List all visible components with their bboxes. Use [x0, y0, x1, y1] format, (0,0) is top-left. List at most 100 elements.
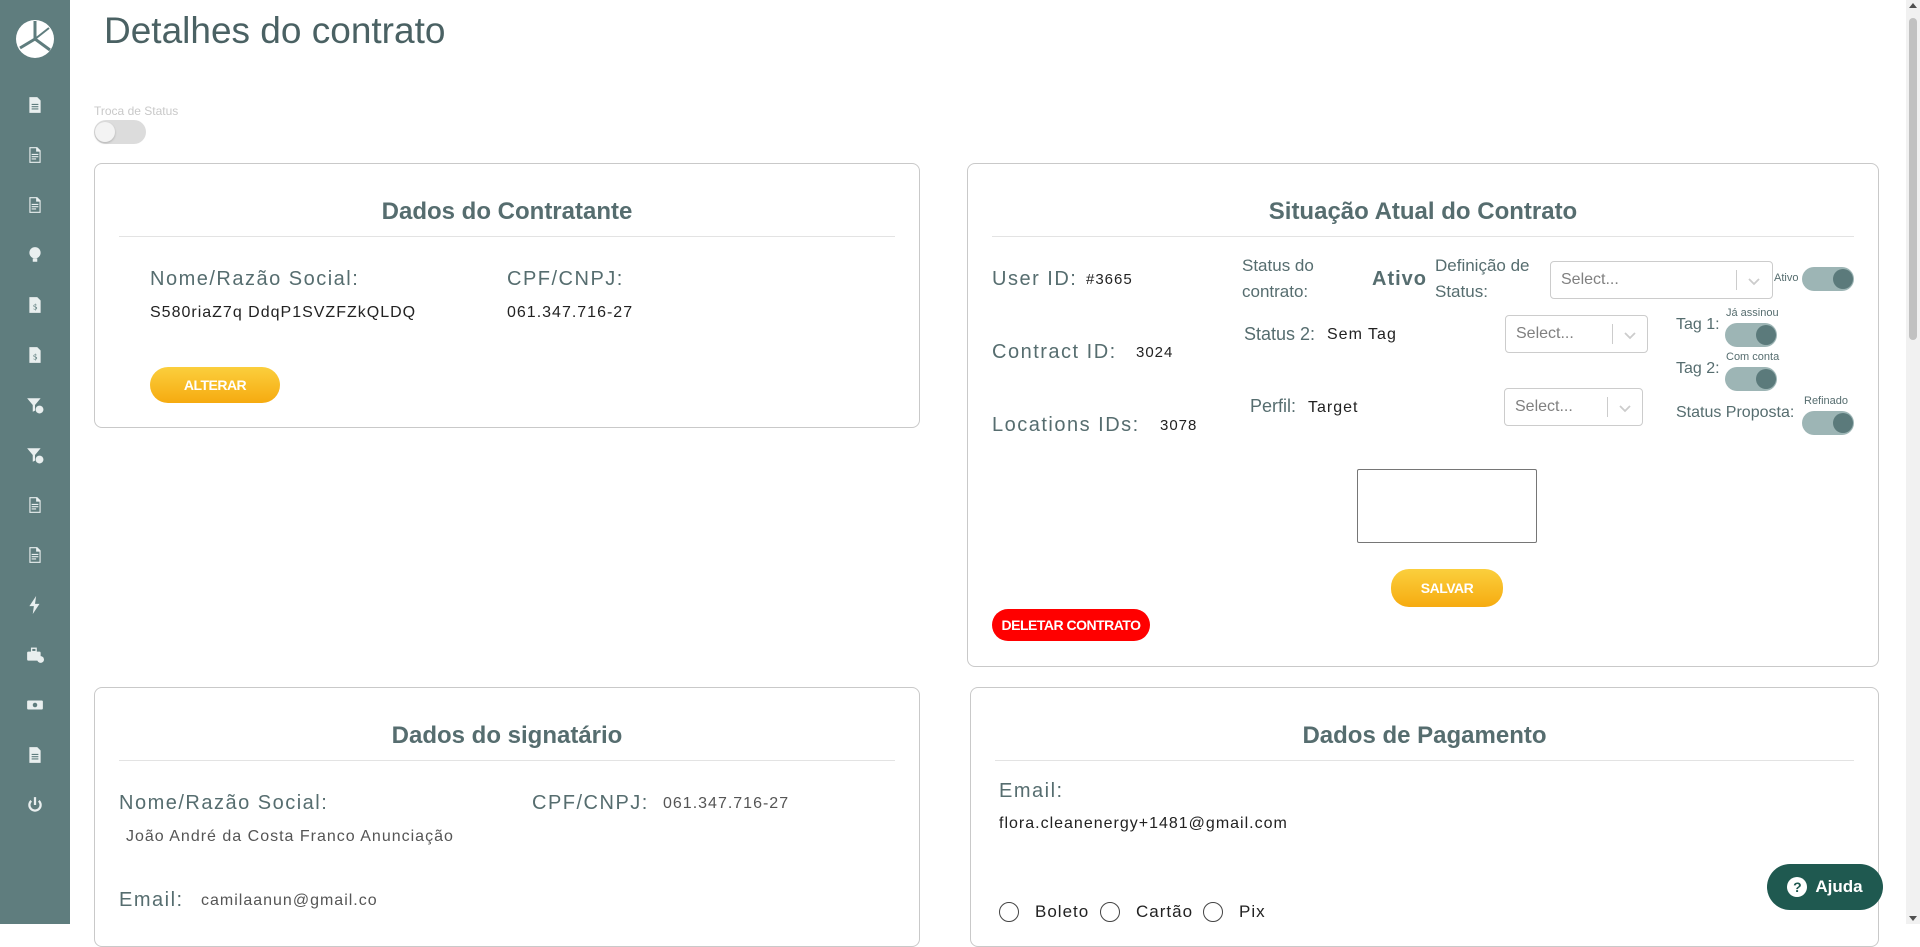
question-icon: ? — [1787, 877, 1808, 897]
app-logo[interactable] — [16, 20, 54, 58]
status-proposta-toggle-label: Refinado — [1804, 395, 1849, 407]
contract-id-label: Contract ID: — [992, 341, 1117, 363]
status-proposta-toggle[interactable] — [1802, 411, 1854, 435]
name-label: Nome/Razão Social: — [150, 268, 360, 290]
boleto-radio[interactable] — [999, 902, 1019, 922]
cartao-label: Cartão — [1136, 902, 1194, 921]
card-title: Dados do signatário — [391, 722, 623, 749]
scroll-down-icon[interactable] — [1909, 916, 1917, 921]
cartao-radio[interactable] — [1100, 902, 1120, 922]
select-placeholder: Select... — [1561, 271, 1619, 288]
document-icon[interactable] — [24, 494, 46, 516]
select-placeholder: Select... — [1516, 325, 1574, 342]
divider — [119, 760, 895, 761]
divider — [992, 236, 1854, 237]
pix-radio[interactable] — [1203, 902, 1223, 922]
select-placeholder: Select... — [1515, 398, 1573, 415]
user-id-value: #3665 — [1086, 271, 1133, 288]
document-icon[interactable] — [24, 544, 46, 566]
email-label: Email: — [999, 780, 1064, 802]
status-contrato-label: Status do — [1242, 256, 1314, 275]
cpf-value: 061.347.716-27 — [663, 795, 790, 812]
status-toggle-label: Troca de Status — [94, 104, 179, 118]
scroll-up-icon[interactable] — [1909, 3, 1917, 8]
chevron-down-icon — [1748, 278, 1760, 286]
divider — [995, 760, 1854, 761]
locations-value: 3078 — [1160, 417, 1198, 434]
lightning-icon[interactable] — [24, 594, 46, 616]
select-separator — [1736, 270, 1737, 290]
scrollbar[interactable] — [1906, 0, 1920, 924]
status2-label: Status 2: — [1244, 324, 1316, 344]
perfil-label: Perfil: — [1250, 396, 1297, 416]
select-separator — [1612, 324, 1613, 344]
power-icon[interactable] — [24, 794, 46, 816]
invoice-icon[interactable]: $ — [24, 344, 46, 366]
pagamento-card: Dados de Pagamento Email: flora.cleanene… — [970, 687, 1879, 947]
tag1-toggle[interactable] — [1725, 323, 1777, 347]
tag2-label: Tag 2: — [1676, 360, 1720, 377]
contract-id-value: 3024 — [1136, 344, 1174, 361]
tag2-toggle-label: Com conta — [1726, 351, 1780, 363]
tag2-toggle[interactable] — [1725, 367, 1777, 391]
divider — [119, 236, 895, 237]
document-icon[interactable] — [24, 144, 46, 166]
email-value: camilaanun@gmail.co — [201, 892, 378, 909]
situacao-card: Situação Atual do Contrato User ID: #366… — [967, 163, 1879, 667]
svg-text:$: $ — [33, 303, 38, 312]
name-value: João André da Costa Franco Anunciação — [126, 828, 454, 845]
chevron-down-icon — [1624, 332, 1636, 340]
definicao-label-2: Status: — [1435, 282, 1488, 301]
help-label: Ajuda — [1815, 877, 1863, 896]
tag1-label: Tag 1: — [1676, 316, 1720, 333]
deletar-contrato-button[interactable]: DELETAR CONTRATO — [992, 609, 1150, 641]
lightbulb-icon[interactable] — [24, 244, 46, 266]
perfil-value: Target — [1308, 399, 1359, 416]
document-icon[interactable] — [24, 194, 46, 216]
money-icon[interactable] — [24, 694, 46, 716]
perfil-select[interactable]: Select... — [1504, 388, 1643, 426]
svg-text:$: $ — [33, 353, 38, 362]
card-title: Situação Atual do Contrato — [1268, 198, 1578, 225]
sidebar: $ $ — [0, 0, 70, 924]
status-contrato-value: Ativo — [1372, 268, 1427, 290]
ativo-toggle-label: Ativo — [1774, 272, 1799, 284]
help-button[interactable]: ? Ajuda — [1767, 864, 1883, 910]
filter-dollar-icon[interactable] — [24, 394, 46, 416]
signatario-card: Dados do signatário Nome/Razão Social: J… — [94, 687, 920, 947]
email-value: flora.cleanenergy+1481@gmail.com — [999, 815, 1288, 832]
boleto-label: Boleto — [1035, 902, 1090, 921]
name-label: Nome/Razão Social: — [119, 792, 329, 814]
definicao-select[interactable]: Select... — [1550, 261, 1773, 299]
cpf-label: CPF/CNPJ: — [532, 792, 649, 814]
filter-dollar-icon[interactable] — [24, 444, 46, 466]
name-value: S580riaZ7q DdqP1SVZFZkQLDQ — [150, 304, 417, 321]
chevron-down-icon — [1619, 405, 1631, 413]
tag1-toggle-label: Já assinou — [1726, 307, 1779, 319]
notes-textarea[interactable] — [1357, 469, 1537, 543]
status-contrato-label-2: contrato: — [1242, 282, 1309, 301]
status-toggle[interactable] — [94, 120, 146, 144]
toolbox-icon[interactable] — [24, 644, 46, 666]
cpf-value: 061.347.716-27 — [507, 304, 634, 321]
scrollbar-thumb[interactable] — [1909, 18, 1917, 340]
salvar-button[interactable]: SALVAR — [1391, 569, 1503, 607]
file-icon[interactable] — [24, 744, 46, 766]
email-label: Email: — [119, 889, 184, 911]
status2-select[interactable]: Select... — [1505, 315, 1648, 353]
cpf-label: CPF/CNPJ: — [507, 268, 624, 290]
card-title: Dados de Pagamento — [1302, 722, 1547, 749]
definicao-label: Definição de — [1435, 256, 1530, 275]
locations-label: Locations IDs: — [992, 414, 1140, 436]
file-icon[interactable] — [24, 94, 46, 116]
alterar-button[interactable]: ALTERAR — [150, 367, 280, 403]
status2-value: Sem Tag — [1327, 326, 1397, 343]
status-proposta-label: Status Proposta: — [1676, 404, 1795, 421]
invoice-icon[interactable]: $ — [24, 294, 46, 316]
contratante-card: Dados do Contratante Nome/Razão Social: … — [94, 163, 920, 428]
card-title: Dados do Contratante — [381, 198, 633, 225]
ativo-toggle[interactable] — [1802, 267, 1854, 291]
user-id-label: User ID: — [992, 268, 1078, 290]
pix-label: Pix — [1239, 902, 1266, 921]
page-title: Detalhes do contrato — [104, 10, 446, 51]
